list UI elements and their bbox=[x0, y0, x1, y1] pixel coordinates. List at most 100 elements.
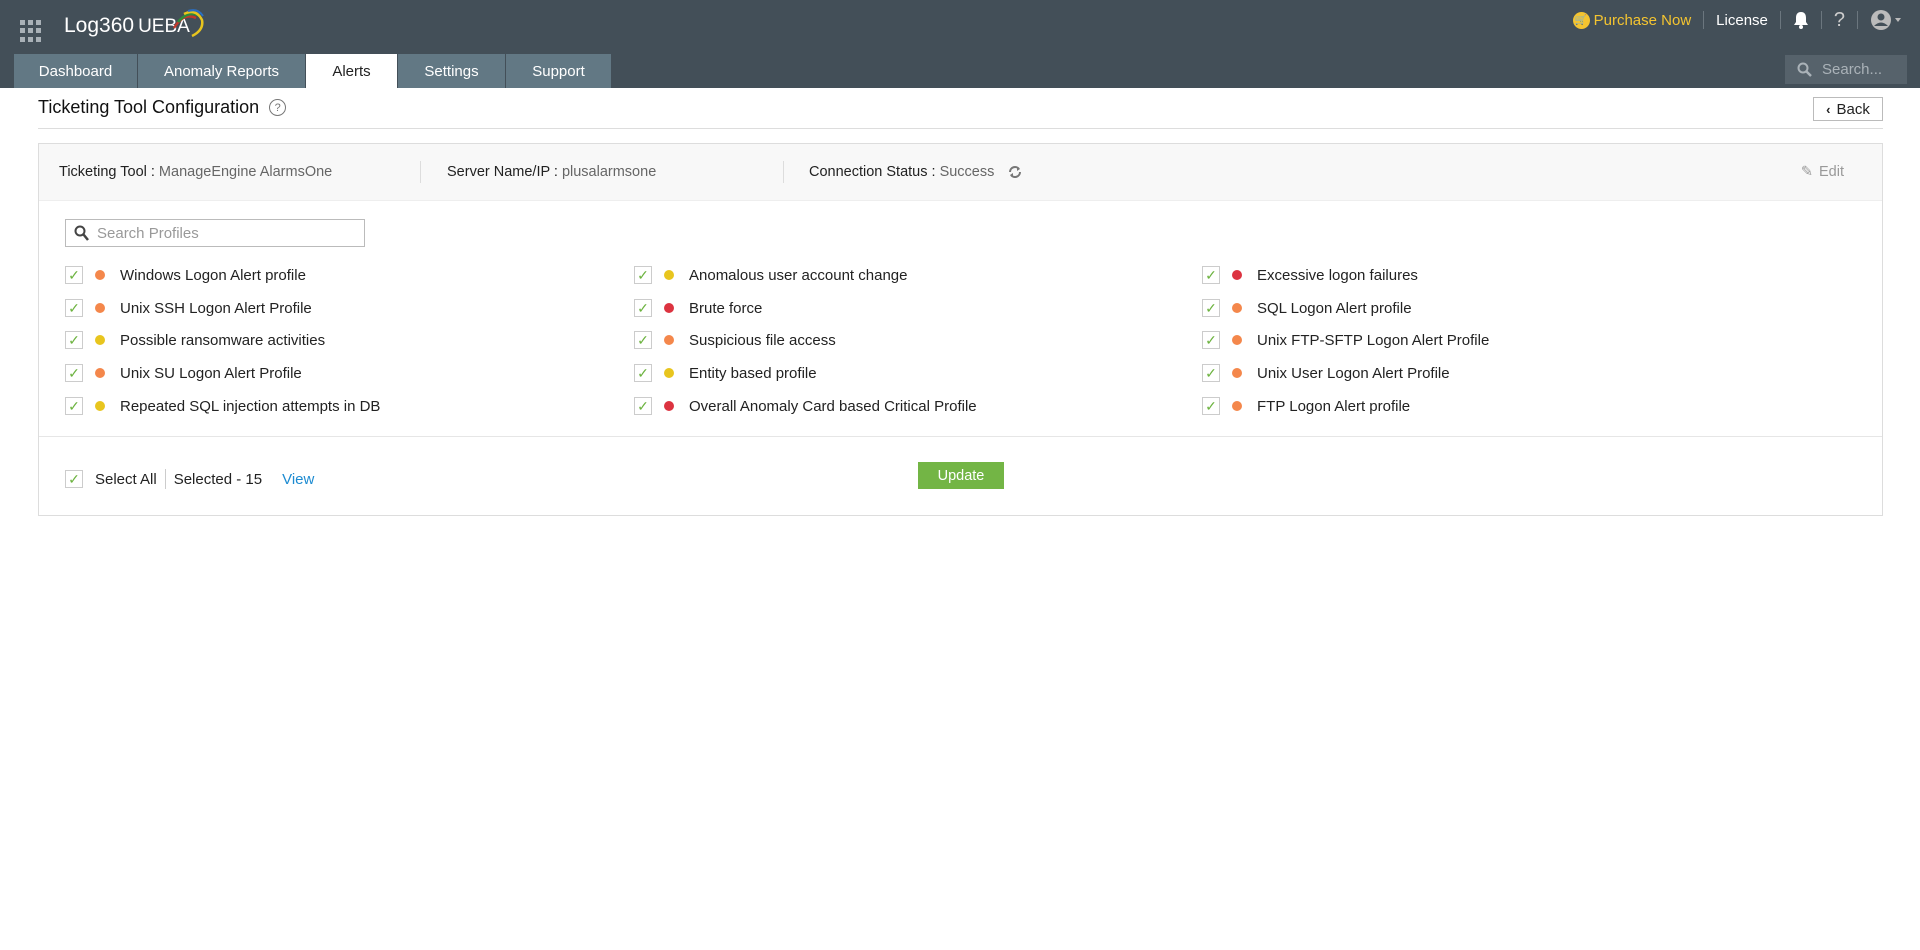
server-label: Server Name/IP : bbox=[447, 164, 558, 180]
back-label: Back bbox=[1836, 100, 1870, 118]
profile-checkbox[interactable]: ✓ bbox=[65, 331, 83, 349]
profile-checkbox[interactable]: ✓ bbox=[1202, 364, 1220, 382]
tool-value: ManageEngine AlarmsOne bbox=[158, 164, 333, 180]
pencil-icon: ✎ bbox=[1800, 164, 1813, 180]
refresh-icon[interactable] bbox=[1008, 165, 1022, 179]
tab-dashboard[interactable]: Dashboard bbox=[14, 54, 137, 88]
tab-anomaly-reports[interactable]: Anomaly Reports bbox=[138, 54, 305, 88]
profile-checkbox[interactable]: ✓ bbox=[65, 266, 83, 284]
edit-label: Edit bbox=[1819, 164, 1844, 180]
ticketing-config-panel: Ticketing Tool : ManageEngine AlarmsOne S… bbox=[38, 143, 1883, 516]
profile-item[interactable]: ✓ Unix User Logon Alert Profile bbox=[1202, 363, 1450, 383]
profile-name: SQL Logon Alert profile bbox=[1257, 299, 1412, 317]
severity-dot-icon bbox=[1232, 401, 1242, 411]
divider bbox=[164, 469, 166, 489]
severity-dot-icon bbox=[1232, 303, 1242, 313]
profile-item[interactable]: ✓ Excessive logon failures bbox=[1202, 265, 1418, 285]
profile-item[interactable]: ✓ Unix SSH Logon Alert Profile bbox=[65, 298, 312, 318]
logo-name: Log360 bbox=[64, 14, 135, 37]
license-link[interactable]: License bbox=[1716, 12, 1768, 29]
profile-item[interactable]: ✓ Unix SU Logon Alert Profile bbox=[65, 363, 302, 383]
severity-dot-icon bbox=[664, 401, 674, 411]
top-header: Log360 UEBA 🛒 Purchase Now License ? Dashb… bbox=[0, 0, 1920, 88]
profile-item[interactable]: ✓ Entity based profile bbox=[634, 363, 817, 383]
search-profiles-input[interactable]: Search Profiles bbox=[65, 219, 365, 247]
severity-dot-icon bbox=[95, 401, 105, 411]
divider bbox=[1820, 11, 1822, 29]
search-profiles-placeholder: Search Profiles bbox=[97, 224, 199, 242]
profile-name: Unix User Logon Alert Profile bbox=[1257, 364, 1450, 382]
profile-name: Repeated SQL injection attempts in DB bbox=[120, 397, 381, 415]
profile-name: Unix SU Logon Alert Profile bbox=[120, 364, 302, 382]
profile-checkbox[interactable]: ✓ bbox=[634, 331, 652, 349]
view-link[interactable]: View bbox=[282, 471, 314, 488]
severity-dot-icon bbox=[664, 303, 674, 313]
profile-checkbox[interactable]: ✓ bbox=[634, 299, 652, 317]
profile-item[interactable]: ✓ Unix FTP-SFTP Logon Alert Profile bbox=[1202, 330, 1489, 350]
tool-label: Ticketing Tool : bbox=[59, 164, 155, 180]
config-summary: Ticketing Tool : ManageEngine AlarmsOne S… bbox=[39, 144, 1882, 201]
help-icon[interactable]: ? bbox=[1834, 9, 1845, 32]
purchase-now-link[interactable]: 🛒 Purchase Now bbox=[1572, 11, 1692, 29]
tab-settings[interactable]: Settings bbox=[398, 54, 505, 88]
profile-checkbox[interactable]: ✓ bbox=[65, 397, 83, 415]
logo-arc-icon bbox=[172, 9, 204, 38]
profile-checkbox[interactable]: ✓ bbox=[634, 397, 652, 415]
severity-dot-icon bbox=[95, 368, 105, 378]
profile-checkbox[interactable]: ✓ bbox=[1202, 299, 1220, 317]
help-icon[interactable]: ? bbox=[269, 99, 287, 116]
purchase-label: Purchase Now bbox=[1593, 11, 1692, 29]
divider bbox=[1779, 11, 1781, 29]
title-divider bbox=[38, 128, 1883, 129]
tab-support[interactable]: Support bbox=[506, 54, 611, 88]
back-button[interactable]: ‹ Back bbox=[1813, 97, 1883, 121]
profile-checkbox[interactable]: ✓ bbox=[1202, 266, 1220, 284]
profile-item[interactable]: ✓ Suspicious file access bbox=[634, 330, 836, 350]
severity-dot-icon bbox=[664, 270, 674, 280]
profile-item[interactable]: ✓ Repeated SQL injection attempts in DB bbox=[65, 396, 380, 416]
severity-dot-icon bbox=[1232, 335, 1242, 345]
profile-checkbox[interactable]: ✓ bbox=[634, 266, 652, 284]
user-avatar-icon[interactable] bbox=[1870, 9, 1904, 31]
profile-name: Possible ransomware activities bbox=[120, 331, 326, 349]
profile-item[interactable]: ✓ SQL Logon Alert profile bbox=[1202, 298, 1412, 318]
profile-checkbox[interactable]: ✓ bbox=[1202, 397, 1220, 415]
profile-name: FTP Logon Alert profile bbox=[1257, 397, 1411, 415]
bell-icon[interactable] bbox=[1793, 11, 1809, 29]
update-button[interactable]: Update bbox=[918, 462, 1004, 489]
profile-checkbox[interactable]: ✓ bbox=[65, 299, 83, 317]
status-value: Success bbox=[939, 164, 995, 180]
profile-item[interactable]: ✓ Overall Anomaly Card based Critical Pro… bbox=[634, 396, 977, 416]
cart-icon: 🛒 bbox=[1572, 11, 1590, 29]
select-all-checkbox[interactable]: ✓ bbox=[65, 470, 83, 488]
profile-item[interactable]: ✓ Brute force bbox=[634, 298, 762, 318]
profile-name: Windows Logon Alert profile bbox=[120, 266, 306, 284]
profile-name: Suspicious file access bbox=[689, 331, 836, 349]
profile-checkbox[interactable]: ✓ bbox=[1202, 331, 1220, 349]
profile-item[interactable]: ✓ Possible ransomware activities bbox=[65, 330, 325, 350]
profile-item[interactable]: ✓ Windows Logon Alert profile bbox=[65, 265, 306, 285]
profile-checkbox[interactable]: ✓ bbox=[65, 364, 83, 382]
search-placeholder: Search... bbox=[1822, 61, 1883, 78]
severity-dot-icon bbox=[95, 270, 105, 280]
profile-item[interactable]: ✓ Anomalous user account change bbox=[634, 265, 907, 285]
app-grid-icon[interactable] bbox=[20, 20, 42, 42]
edit-button[interactable]: ✎ Edit bbox=[1801, 164, 1844, 180]
divider bbox=[1703, 11, 1705, 29]
chevron-left-icon: ‹ bbox=[1826, 101, 1831, 117]
severity-dot-icon bbox=[664, 368, 674, 378]
divider bbox=[39, 436, 1882, 437]
tab-alerts[interactable]: Alerts bbox=[306, 54, 397, 88]
severity-dot-icon bbox=[1232, 368, 1242, 378]
selected-count: Selected - 15 bbox=[173, 470, 263, 488]
profile-item[interactable]: ✓ FTP Logon Alert profile bbox=[1202, 396, 1410, 416]
severity-dot-icon bbox=[95, 335, 105, 345]
profile-checkbox[interactable]: ✓ bbox=[634, 364, 652, 382]
profile-name: Anomalous user account change bbox=[689, 266, 908, 284]
server-value: plusalarmsone bbox=[561, 164, 657, 180]
profile-name: Entity based profile bbox=[689, 364, 817, 382]
severity-dot-icon bbox=[664, 335, 674, 345]
global-search-input[interactable]: Search... bbox=[1785, 55, 1907, 84]
page-title: Ticketing Tool Configuration bbox=[38, 97, 260, 117]
severity-dot-icon bbox=[95, 303, 105, 313]
